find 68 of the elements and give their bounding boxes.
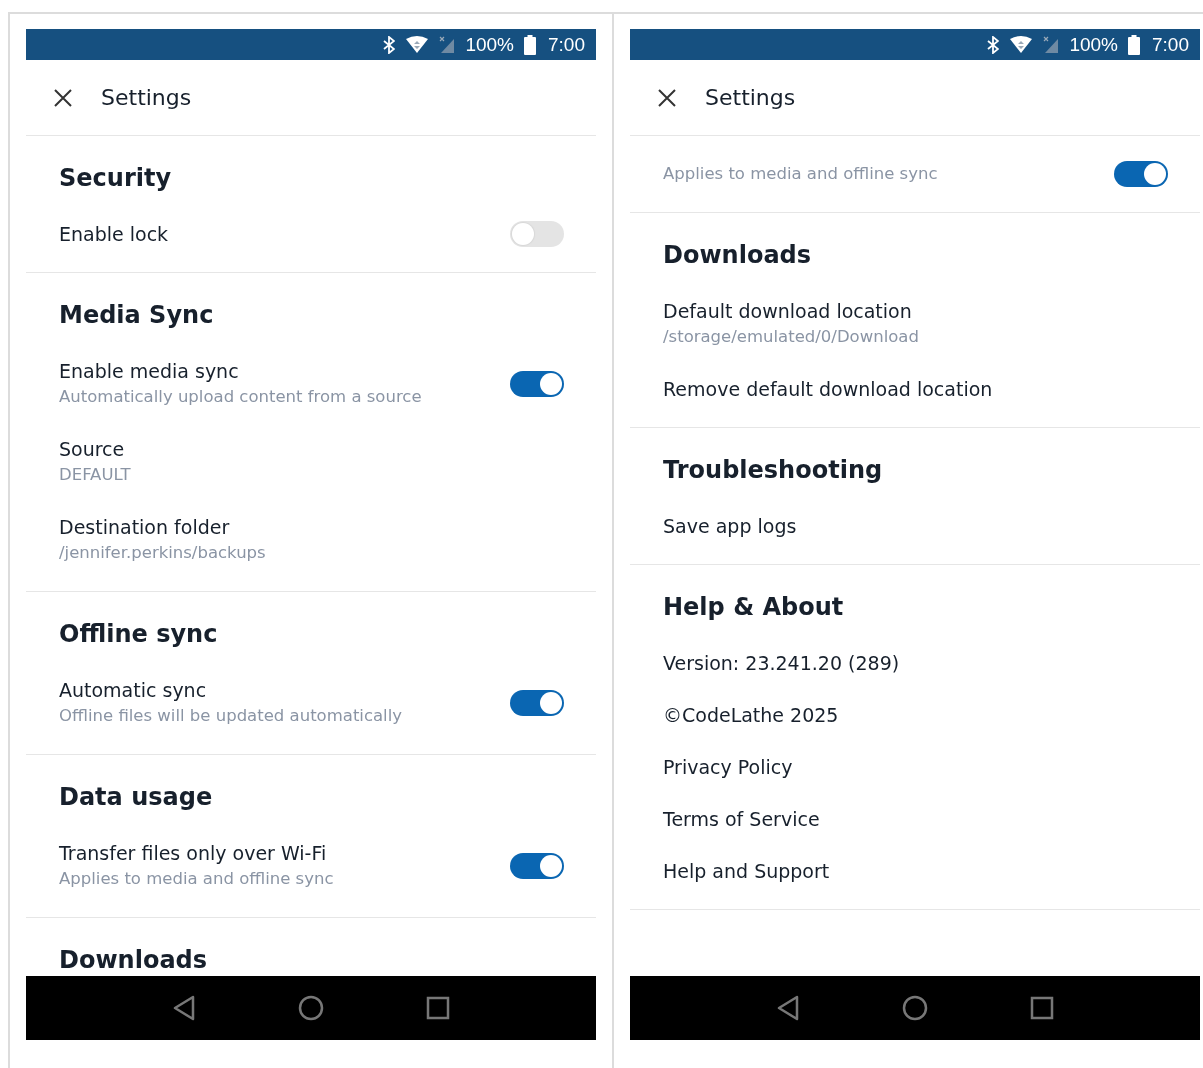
section-heading: Downloads	[59, 945, 209, 976]
setting-row[interactable]: Remove default download location	[663, 363, 1168, 415]
bluetooth-icon	[987, 35, 1000, 54]
section-heading: Offline sync	[59, 619, 219, 650]
signal-icon	[1043, 35, 1060, 54]
setting-description: DEFAULT	[59, 464, 131, 486]
setting-label: Enable lock	[59, 222, 169, 247]
screen-title: Settings	[101, 85, 192, 110]
battery-icon	[1128, 34, 1140, 55]
setting-row[interactable]: Enable lock	[59, 208, 564, 260]
setting-label: ©CodeLathe 2025	[663, 703, 839, 728]
setting-description: Applies to media and offline sync	[59, 868, 334, 890]
signal-icon	[439, 35, 456, 54]
toggle-switch[interactable]	[510, 690, 564, 716]
setting-label: Source	[59, 437, 126, 462]
link-row[interactable]: Help and Support	[663, 845, 1168, 897]
clock-time: 7:00	[1152, 33, 1189, 56]
home-icon[interactable]	[298, 995, 324, 1021]
setting-row[interactable]: Enable media sync Automatically upload content from a source	[59, 345, 564, 423]
link-row[interactable]: Privacy Policy	[663, 741, 1168, 793]
section-heading: Troubleshooting	[663, 455, 884, 486]
close-icon	[657, 87, 677, 108]
setting-description: Offline files will be updated automatically	[59, 705, 403, 727]
setting-label: Enable media sync	[59, 359, 240, 384]
recents-icon[interactable]	[426, 996, 450, 1020]
setting-description: Automatically upload content from a source	[59, 386, 422, 408]
section-heading: Help & About	[663, 592, 845, 623]
toggle-switch[interactable]	[510, 853, 564, 879]
section-heading: Downloads	[663, 240, 813, 271]
setting-description: /storage/emulated/0/Download	[663, 326, 919, 348]
link-row[interactable]: Terms of Service	[663, 793, 1168, 845]
wifi-icon	[1009, 35, 1034, 54]
recents-icon[interactable]	[1030, 996, 1054, 1020]
clock-time: 7:00	[548, 33, 585, 56]
section-heading: Data usage	[59, 782, 214, 813]
setting-row[interactable]: Destination folder /jennifer.perkins/backups	[59, 501, 564, 579]
setting-description: /jennifer.perkins/backups	[59, 542, 266, 564]
setting-label: Default download location	[663, 299, 913, 324]
setting-label: Transfer files only over Wi-Fi	[59, 841, 328, 866]
setting-label: Save app logs	[663, 514, 797, 539]
setting-label: Automatic sync	[59, 678, 208, 703]
screen-title: Settings	[705, 85, 796, 110]
setting-description: Applies to media and offline sync	[663, 163, 938, 185]
close-icon	[53, 87, 73, 108]
setting-label: Help and Support	[663, 859, 830, 884]
toggle-switch[interactable]	[510, 371, 564, 397]
home-icon[interactable]	[902, 995, 928, 1021]
wifi-icon	[405, 35, 430, 54]
setting-row[interactable]: Save app logs	[663, 500, 1168, 552]
section-heading: Media Sync	[59, 300, 215, 331]
back-icon[interactable]	[776, 995, 800, 1021]
toggle-switch[interactable]	[510, 221, 564, 247]
setting-label: Version: 23.241.20 (289)	[663, 651, 900, 676]
setting-label: Remove default download location	[663, 377, 993, 402]
setting-row[interactable]: Transfer files only over Wi-Fi Applies to media and offline sync	[59, 827, 564, 905]
setting-row[interactable]: Default download location /storage/emulated/0/Download	[663, 285, 1168, 363]
setting-row[interactable]: Automatic sync Offline files will be updated automatically	[59, 664, 564, 742]
setting-label: Terms of Service	[663, 807, 820, 832]
toggle-switch[interactable]	[1114, 161, 1168, 187]
setting-row[interactable]: Source DEFAULT	[59, 423, 564, 501]
back-icon[interactable]	[172, 995, 196, 1021]
section-heading: Security	[59, 163, 173, 194]
battery-percentage: 100%	[1069, 33, 1118, 56]
setting-label: Destination folder	[59, 515, 231, 540]
setting-label: Privacy Policy	[663, 755, 793, 780]
bluetooth-icon	[383, 35, 396, 54]
battery-percentage: 100%	[465, 33, 514, 56]
battery-icon	[524, 34, 536, 55]
